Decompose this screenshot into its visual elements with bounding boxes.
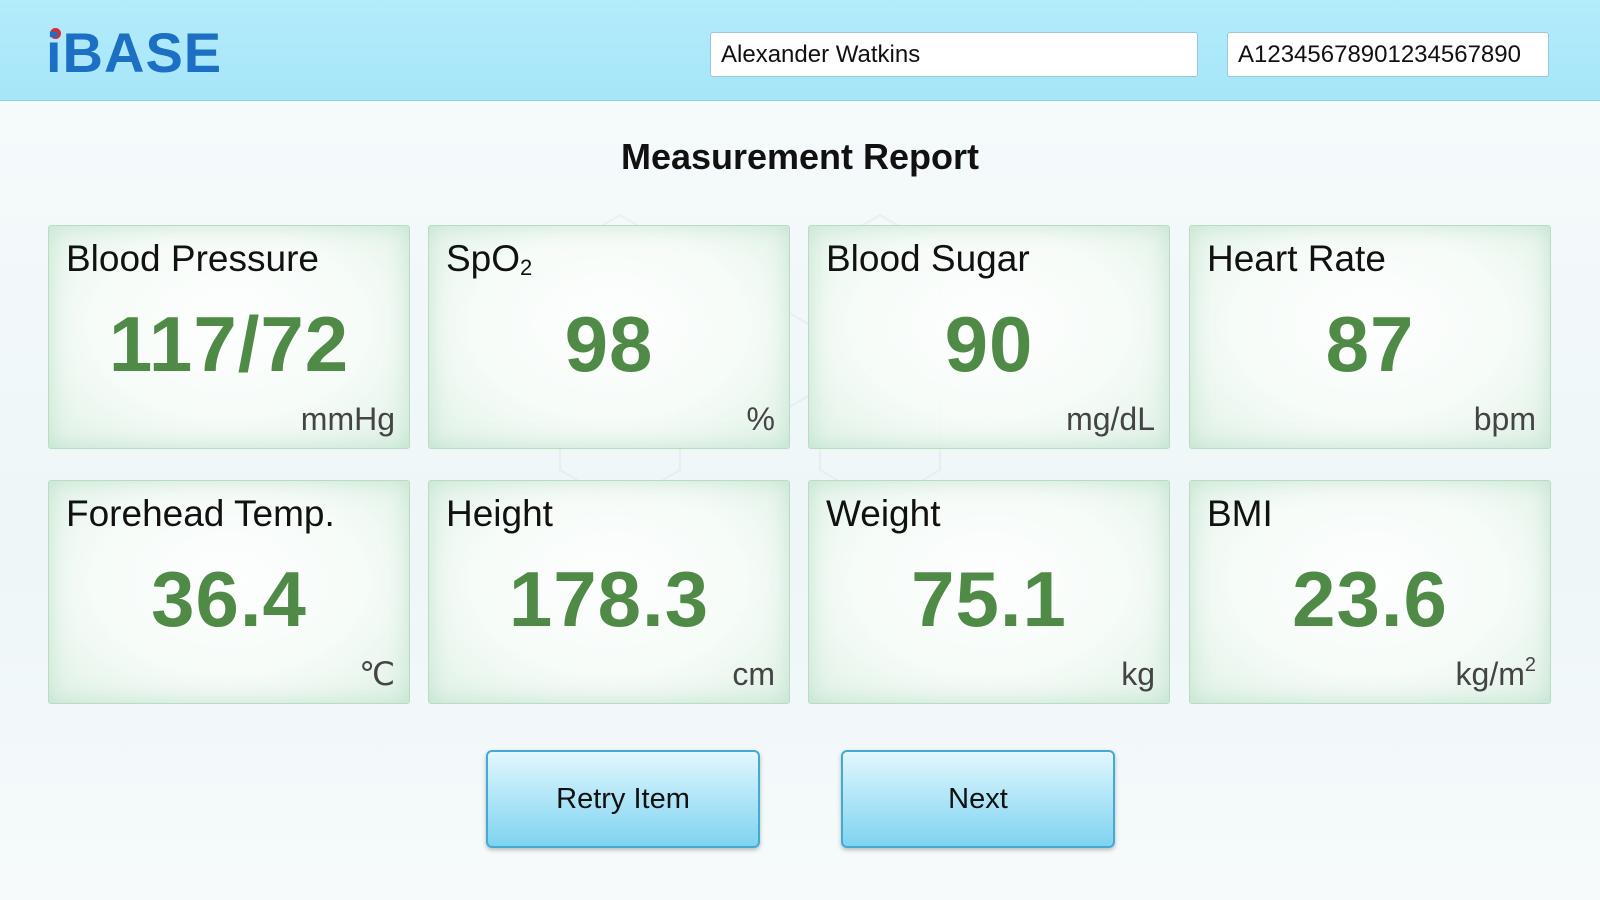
top-header-bar: iBASE Alexander Watkins A123456789012345…	[0, 0, 1600, 101]
card-label: SpO2	[446, 238, 532, 281]
ibase-logo: iBASE	[46, 21, 223, 84]
card-value: 36.4	[151, 555, 307, 643]
card-value: 117/72	[108, 300, 350, 388]
card-unit: kg	[1121, 656, 1155, 692]
card-unit: ℃	[359, 656, 395, 692]
card-label: Blood Pressure	[66, 238, 319, 279]
card-unit-superscript: 2	[1524, 654, 1536, 676]
card-unit-text: kg/m	[1455, 656, 1525, 692]
card-value: 23.6	[1292, 555, 1448, 643]
page-title: Measurement Report	[620, 136, 980, 177]
weight-card: Weight 75.1 kg	[808, 480, 1170, 704]
blood-pressure-card: Blood Pressure 117/72 mmHg	[48, 225, 410, 449]
next-button[interactable]: Next	[841, 750, 1115, 848]
heart-rate-card: Heart Rate 87 bpm	[1189, 225, 1551, 449]
card-unit: kg/m2	[1456, 654, 1536, 693]
card-unit: mmHg	[300, 401, 395, 437]
card-label-subscript: 2	[520, 255, 533, 280]
patient-name-field[interactable]: Alexander Watkins	[710, 32, 1198, 77]
logo-text: iBASE	[46, 21, 223, 84]
card-unit: bpm	[1473, 401, 1536, 437]
measurement-report-screen: iBASE Alexander Watkins A123456789012345…	[0, 0, 1600, 900]
forehead-temp-card: Forehead Temp. 36.4 ℃	[48, 480, 410, 704]
card-label: Weight	[826, 493, 941, 534]
spo2-card: SpO2 98 %	[428, 225, 790, 449]
card-value: 75.1	[911, 555, 1067, 643]
card-value: 98	[564, 300, 654, 388]
card-value: 90	[944, 300, 1034, 388]
patient-id-field[interactable]: A12345678901234567890	[1227, 32, 1549, 77]
card-value: 87	[1325, 300, 1415, 388]
measurement-grid: Blood Pressure 117/72 mmHg SpO2 98 % Blo…	[48, 225, 1552, 705]
card-unit: mg/dL	[1066, 401, 1155, 437]
card-label: Forehead Temp.	[66, 493, 335, 534]
blood-sugar-card: Blood Sugar 90 mg/dL	[808, 225, 1170, 449]
card-value: 178.3	[508, 555, 710, 643]
bmi-card: BMI 23.6 kg/m2	[1189, 480, 1551, 704]
card-label-text: SpO	[446, 238, 521, 279]
card-unit: %	[746, 401, 775, 437]
card-label: BMI	[1207, 493, 1273, 534]
card-label: Heart Rate	[1207, 238, 1386, 279]
card-label: Blood Sugar	[826, 238, 1030, 279]
card-unit: cm	[732, 656, 775, 692]
retry-item-button[interactable]: Retry Item	[486, 750, 760, 848]
card-label: Height	[446, 493, 553, 534]
height-card: Height 178.3 cm	[428, 480, 790, 704]
